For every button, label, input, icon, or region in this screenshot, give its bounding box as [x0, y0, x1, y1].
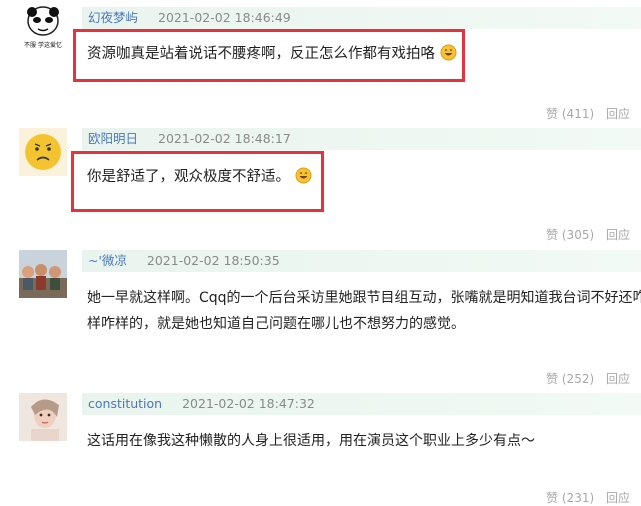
comment-timestamp: 2021-02-02 18:46:49	[158, 10, 291, 25]
avatar[interactable]	[19, 393, 67, 441]
portrait-avatar-icon	[19, 393, 67, 441]
comment-text-content: 资源咖真是站着说话不腰疼啊，反正怎么作都有戏拍咯	[87, 46, 435, 62]
comment-text-line: 她一早就这样啊。Cqq的一个后台采访里她跟节目组互动，张嘴就是明知道我台词不好还…	[87, 290, 641, 306]
avatar[interactable]: 不服 学这爱忆	[19, 3, 67, 51]
like-button[interactable]: 赞 (305)	[546, 228, 594, 242]
comment-header: 欧阳明日 2021-02-02 18:48:17	[82, 128, 641, 150]
username-link[interactable]: constitution	[82, 396, 162, 411]
comment-text: 你是舒适了，观众极度不舒适。	[87, 165, 312, 192]
comment-header: ~'微凉 2021-02-02 18:50:35	[82, 250, 641, 272]
svg-text:不服 学这爱忆: 不服 学这爱忆	[24, 41, 62, 49]
panda-meme-avatar-icon: 不服 学这爱忆	[24, 6, 62, 49]
comment-actions: 赞 (411) 回应	[542, 105, 630, 122]
avatar[interactable]	[19, 250, 67, 298]
group-photo-avatar-icon	[19, 250, 67, 298]
comment-timestamp: 2021-02-02 18:50:35	[146, 253, 280, 268]
comment-header: constitution 2021-02-02 18:47:32	[82, 393, 641, 415]
reply-button[interactable]: 回应	[606, 107, 630, 121]
comment-actions: 赞 (231) 回应	[542, 489, 630, 506]
username-link[interactable]: 幻夜梦屿	[82, 10, 138, 25]
username-link[interactable]: 欧阳明日	[82, 131, 138, 146]
comment-text: 这话用在像我这种懒散的人身上很适用，用在演员这个职业上多少有点～	[87, 429, 535, 453]
grinning-face-emoji-icon	[440, 44, 457, 69]
comment-actions: 赞 (305) 回应	[542, 226, 630, 243]
reply-button[interactable]: 回应	[606, 491, 630, 505]
comment-text-content: 你是舒适了，观众极度不舒适。	[87, 169, 290, 185]
comment-text-content: 这话用在像我这种懒散的人身上很适用，用在演员这个职业上多少有点～	[87, 433, 535, 449]
comment-text-line: 样咋样的，就是她也知道自己问题在哪儿也不想努力的感觉。	[87, 316, 465, 332]
grinning-face-emoji-icon	[295, 167, 312, 192]
like-button[interactable]: 赞 (252)	[546, 372, 594, 386]
sad-face-avatar-icon	[19, 128, 67, 176]
username-link[interactable]: ~'微凉	[82, 253, 127, 268]
comment-actions: 赞 (252) 回应	[542, 370, 630, 387]
comment-text: 她一早就这样啊。Cqq的一个后台采访里她跟节目组互动，张嘴就是明知道我台词不好还…	[87, 286, 641, 336]
comment-timestamp: 2021-02-02 18:47:32	[182, 396, 315, 411]
reply-button[interactable]: 回应	[606, 228, 630, 242]
avatar[interactable]	[19, 128, 67, 176]
reply-button[interactable]: 回应	[606, 372, 630, 386]
comment-header: 幻夜梦屿 2021-02-02 18:46:49	[82, 7, 641, 29]
comment-text: 资源咖真是站着说话不腰疼啊，反正怎么作都有戏拍咯	[87, 42, 457, 69]
like-button[interactable]: 赞 (231)	[546, 491, 594, 505]
comment-timestamp: 2021-02-02 18:48:17	[158, 131, 291, 146]
like-button[interactable]: 赞 (411)	[546, 107, 594, 121]
